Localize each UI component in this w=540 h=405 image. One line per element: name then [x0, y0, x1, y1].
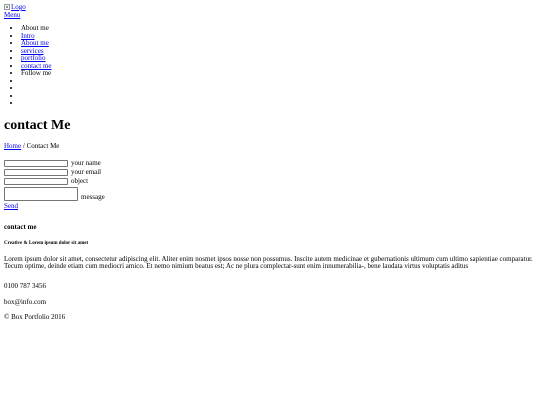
contact-body-text: Lorem ipsum dolor sit amet, consectetur …	[4, 254, 533, 270]
nav-item-contact[interactable]: contact me	[21, 62, 536, 71]
contact-email: box@info.com	[4, 297, 47, 306]
page: Logo Menu About me Intro About me servic…	[0, 0, 540, 324]
contact-form: your name your email object message Send	[4, 158, 536, 210]
nav-item-about[interactable]: About me	[21, 39, 536, 48]
social-link-2[interactable]	[21, 85, 536, 93]
footer-copyright: © Box Portfolio 2016	[4, 312, 66, 321]
social-link-1[interactable]	[21, 78, 536, 86]
nav-heading-about: About me	[21, 24, 536, 33]
menu-link[interactable]: Menu	[4, 11, 536, 19]
message-textarea[interactable]	[4, 186, 78, 201]
nav-item-services[interactable]: services	[21, 47, 536, 56]
name-input[interactable]	[4, 159, 68, 167]
social-link-4[interactable]	[21, 100, 536, 108]
nav-item-intro[interactable]: Intro	[21, 32, 536, 41]
logo-link[interactable]: Logo	[4, 3, 536, 11]
name-row: your name	[4, 158, 536, 167]
email-row: your email	[4, 167, 536, 176]
object-row: object	[4, 176, 536, 185]
send-row: Send	[4, 202, 536, 210]
object-input[interactable]	[4, 177, 68, 185]
contact-heading: contact me	[4, 222, 37, 231]
email-input[interactable]	[4, 168, 68, 176]
contact-phone: 0100 787 3456	[4, 281, 46, 290]
contact-subheading: Creative & Lorem ipsum dolor sit amet	[4, 240, 89, 246]
message-label: message	[81, 192, 105, 201]
breadcrumb-home[interactable]: Home	[4, 142, 21, 150]
send-link[interactable]: Send	[4, 202, 18, 210]
email-label: your email	[71, 167, 102, 176]
breadcrumb-current: Contact Me	[26, 141, 60, 150]
nav-list: About me Intro About me services portfol…	[4, 24, 536, 108]
breadcrumb: Home / Contact Me	[4, 142, 536, 150]
message-row: message	[4, 185, 536, 201]
social-link-3[interactable]	[21, 93, 536, 101]
broken-image-icon	[4, 4, 10, 10]
nav-heading-follow: Follow me	[21, 69, 536, 78]
nav-item-portfolio[interactable]: portfolio	[21, 54, 536, 63]
logo-alt-text[interactable]: Logo	[11, 3, 26, 11]
name-label: your name	[71, 158, 101, 167]
object-label: object	[71, 176, 89, 185]
page-title: contact Me	[4, 117, 71, 133]
